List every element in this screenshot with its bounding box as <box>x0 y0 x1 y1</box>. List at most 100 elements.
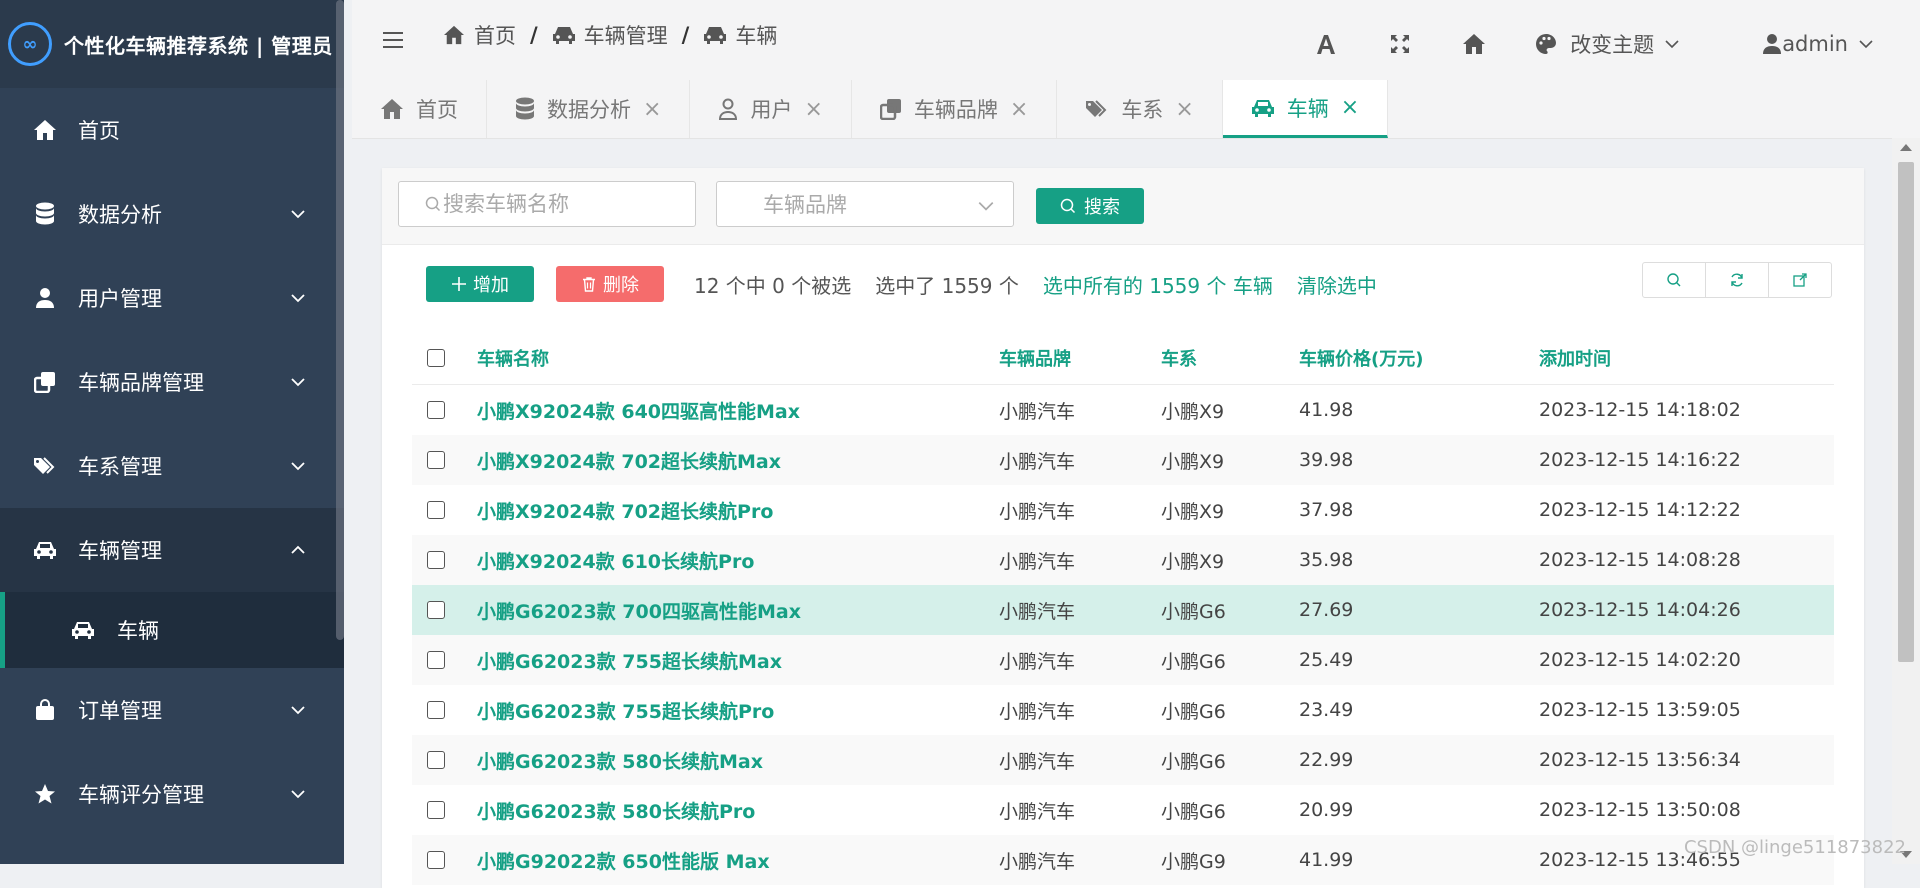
row-checkbox[interactable] <box>427 801 445 819</box>
select-all-link[interactable]: 选中所有的 1559 个 车辆 <box>1043 270 1273 299</box>
row-checkbox-cell <box>412 835 476 885</box>
row-checkbox[interactable] <box>427 451 445 469</box>
vehicle-name-link[interactable]: 小鹏X92024款 702超长续航Pro <box>476 485 998 535</box>
vehicle-name-link[interactable]: 小鹏X92024款 610长续航Pro <box>476 535 998 585</box>
table-row[interactable]: 小鹏G62023款 700四驱高性能Max 小鹏汽车 小鹏G6 27.69 20… <box>412 585 1834 635</box>
brand-select[interactable]: 车辆品牌 <box>716 181 1014 227</box>
fullscreen-icon[interactable] <box>1386 30 1414 58</box>
tab-data-analysis[interactable]: 数据分析 × <box>487 80 691 138</box>
select-all-checkbox[interactable] <box>427 349 445 367</box>
column-header-series[interactable]: 车系 <box>1160 332 1298 385</box>
add-button[interactable]: 增加 <box>426 266 534 302</box>
home-icon[interactable] <box>1460 30 1488 58</box>
row-checkbox[interactable] <box>427 401 445 419</box>
vehicle-name-link[interactable]: 小鹏G62023款 755超长续航Pro <box>476 685 998 735</box>
tab-users[interactable]: 用户 × <box>690 80 852 138</box>
sidebar-item-brand-management[interactable]: 车辆品牌管理 <box>0 340 344 424</box>
copy-icon <box>32 369 58 395</box>
row-checkbox[interactable] <box>427 651 445 669</box>
table-row[interactable]: 小鹏G62023款 580长续航Pro 小鹏汽车 小鹏G6 20.99 2023… <box>412 785 1834 835</box>
font-size-icon[interactable] <box>1312 30 1340 58</box>
close-icon[interactable]: × <box>643 97 661 122</box>
table-row[interactable]: 小鹏G62023款 755超长续航Pro 小鹏汽车 小鹏G6 23.49 202… <box>412 685 1834 735</box>
vehicle-brand: 小鹏汽车 <box>998 535 1160 585</box>
search-bar: 车辆品牌 搜索 <box>382 168 1864 245</box>
scroll-up-arrow-icon[interactable] <box>1900 144 1912 151</box>
tab-vehicle[interactable]: 车辆 × <box>1222 80 1389 138</box>
table-row[interactable]: 小鹏X92024款 702超长续航Pro 小鹏汽车 小鹏X9 37.98 202… <box>412 485 1834 535</box>
vehicle-name-link[interactable]: 小鹏G62023款 700四驱高性能Max <box>476 585 998 635</box>
close-icon[interactable]: × <box>1010 97 1028 122</box>
row-checkbox[interactable] <box>427 851 445 869</box>
row-checkbox[interactable] <box>427 551 445 569</box>
sidebar-subitem-vehicle[interactable]: 车辆 <box>0 592 344 668</box>
refresh-button[interactable] <box>1706 263 1769 297</box>
column-header-brand[interactable]: 车辆品牌 <box>998 332 1160 385</box>
vehicle-price: 41.98 <box>1299 399 1354 421</box>
vehicle-name-link[interactable]: 小鹏G62023款 755超长续航Max <box>476 635 998 685</box>
chevron-down-icon <box>291 790 305 799</box>
vehicle-series: 小鹏X9 <box>1161 500 1225 523</box>
tab-series[interactable]: 车系 × <box>1057 80 1223 138</box>
row-checkbox[interactable] <box>427 601 445 619</box>
column-header-name[interactable]: 车辆名称 <box>476 332 998 385</box>
row-checkbox[interactable] <box>427 701 445 719</box>
vehicle-series: 小鹏G6 <box>1160 585 1298 635</box>
sidebar-scrollbar[interactable] <box>336 0 344 640</box>
clear-selection-link[interactable]: 清除选中 <box>1297 270 1377 299</box>
sidebar-item-orders[interactable]: 订单管理 <box>0 668 344 752</box>
scrollbar-thumb[interactable] <box>1898 162 1914 662</box>
app-logo: ∞ <box>8 22 52 66</box>
sidebar-item-users[interactable]: 用户管理 <box>0 256 344 340</box>
vehicle-brand: 小鹏汽车 <box>998 835 1160 885</box>
vehicle-added-time: 2023-12-15 14:08:28 <box>1538 535 1834 585</box>
tab-home[interactable]: 首页 <box>352 80 487 138</box>
hamburger-menu-icon[interactable] <box>382 30 404 50</box>
search-name-field[interactable] <box>441 191 685 217</box>
search-icon <box>425 196 441 212</box>
chevron-down-icon <box>291 294 305 303</box>
search-button[interactable]: 搜索 <box>1036 188 1144 224</box>
watermark: CSDN @linge511873822 <box>1683 837 1906 858</box>
delete-button[interactable]: 删除 <box>556 266 664 302</box>
table-row[interactable]: 小鹏G62023款 580长续航Max 小鹏汽车 小鹏G6 22.99 2023… <box>412 735 1834 785</box>
vehicle-added-time: 2023-12-15 14:12:22 <box>1539 499 1741 521</box>
breadcrumb-item-vehicle-management[interactable]: 车辆管理 <box>552 20 668 50</box>
breadcrumb-item-home[interactable]: 首页 <box>442 20 516 50</box>
column-header-time[interactable]: 添加时间 <box>1538 332 1834 385</box>
table-row[interactable]: 小鹏G92022款 650性能版 Max 小鹏汽车 小鹏G9 41.99 202… <box>412 835 1834 885</box>
tab-label: 车辆 <box>1286 96 1329 121</box>
table-row[interactable]: 小鹏G62023款 755超长续航Max 小鹏汽车 小鹏G6 25.49 202… <box>412 635 1834 685</box>
close-icon[interactable]: × <box>1341 95 1359 120</box>
row-checkbox[interactable] <box>427 501 445 519</box>
sidebar-item-data-analysis[interactable]: 数据分析 <box>0 172 344 256</box>
toggle-search-button[interactable] <box>1643 263 1706 297</box>
search-input[interactable] <box>398 181 696 227</box>
sidebar-item-home[interactable]: 首页 <box>0 88 344 172</box>
column-header-price[interactable]: 车辆价格(万元) <box>1298 332 1538 385</box>
sidebar-item-ratings[interactable]: 车辆评分管理 <box>0 752 344 836</box>
table-row[interactable]: 小鹏X92024款 610长续航Pro 小鹏汽车 小鹏X9 35.98 2023… <box>412 535 1834 585</box>
export-button[interactable] <box>1769 263 1831 297</box>
vehicle-name-link[interactable]: 小鹏G62023款 580长续航Max <box>476 735 998 785</box>
car-icon <box>32 537 58 563</box>
close-icon[interactable]: × <box>1175 97 1193 122</box>
vehicle-added-time: 2023-12-15 13:50:08 <box>1539 799 1741 821</box>
vehicle-name-link[interactable]: 小鹏G62023款 580长续航Pro <box>476 785 998 835</box>
sidebar-item-series-management[interactable]: 车系管理 <box>0 424 344 508</box>
vehicle-price: 23.49 <box>1299 699 1354 721</box>
sidebar-item-vehicle-management[interactable]: 车辆管理 <box>0 508 344 592</box>
user-dropdown[interactable]: admin <box>1762 32 1874 56</box>
theme-dropdown[interactable]: 改变主题 <box>1534 29 1692 59</box>
close-icon[interactable]: × <box>804 97 822 122</box>
row-checkbox[interactable] <box>427 751 445 769</box>
username-label: admin <box>1782 32 1848 56</box>
row-checkbox-cell <box>412 785 476 835</box>
vehicle-name-link[interactable]: 小鹏G92022款 650性能版 Max <box>476 835 998 885</box>
page-scrollbar[interactable] <box>1892 138 1920 864</box>
vehicle-name-link[interactable]: 小鹏X92024款 640四驱高性能Max <box>476 385 998 436</box>
vehicle-name-link[interactable]: 小鹏X92024款 702超长续航Max <box>476 435 998 485</box>
table-row[interactable]: 小鹏X92024款 702超长续航Max 小鹏汽车 小鹏X9 39.98 202… <box>412 435 1834 485</box>
tab-vehicle-brand[interactable]: 车辆品牌 × <box>852 80 1058 138</box>
table-row[interactable]: 小鹏X92024款 640四驱高性能Max 小鹏汽车 小鹏X9 41.98 20… <box>412 385 1834 436</box>
